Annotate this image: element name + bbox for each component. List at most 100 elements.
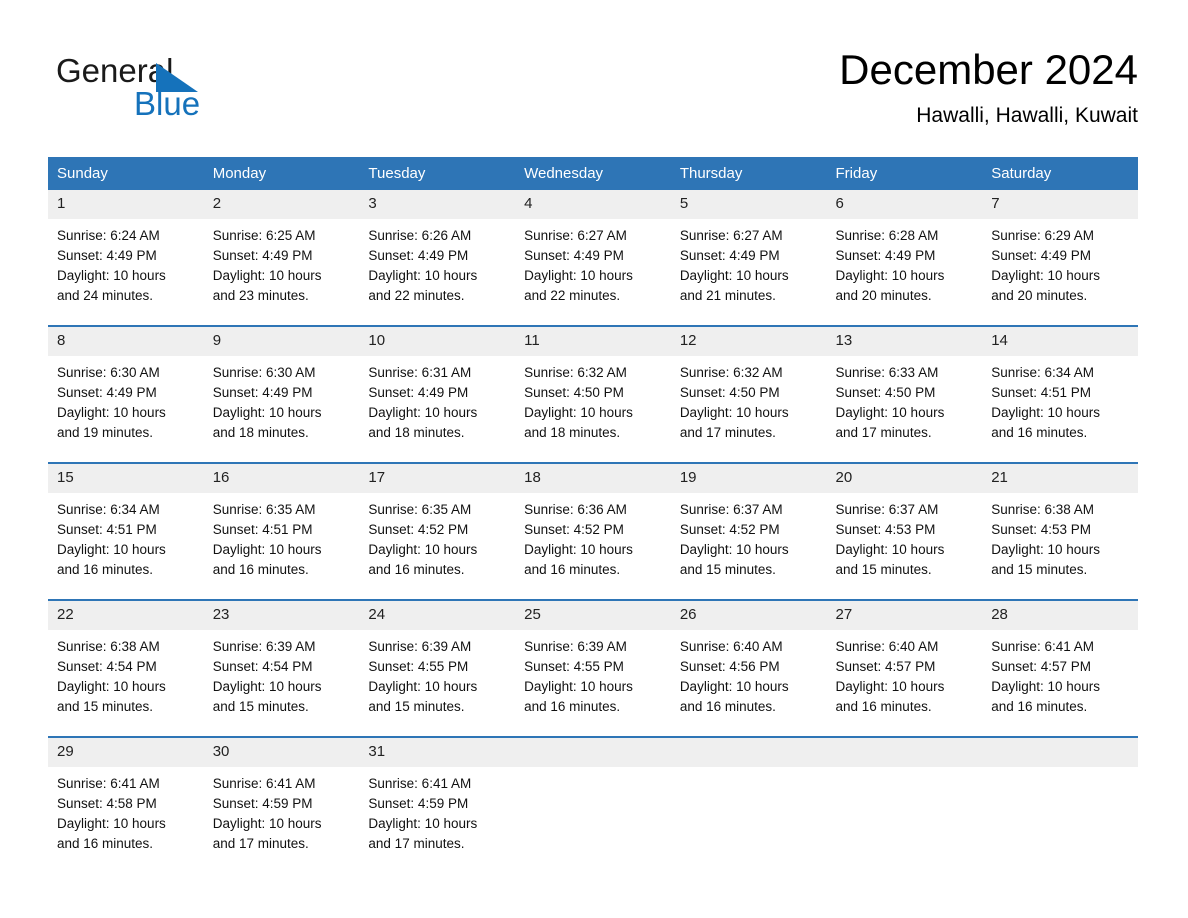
day-cell[interactable]: 24 Sunrise: 6:39 AM Sunset: 4:55 PM Dayl… — [359, 600, 516, 737]
daylight-text-l2: and 16 minutes. — [212, 562, 309, 577]
day-cell[interactable]: 18 Sunrise: 6:36 AM Sunset: 4:52 PM Dayl… — [515, 463, 671, 600]
day-cell[interactable]: 30 Sunrise: 6:41 AM Sunset: 4:59 PM Dayl… — [203, 737, 360, 873]
day-cell[interactable]: 22 Sunrise: 6:38 AM Sunset: 4:54 PM Dayl… — [48, 600, 204, 737]
day-number: 2 — [203, 190, 360, 219]
day-info: Sunrise: 6:31 AM Sunset: 4:49 PM Dayligh… — [359, 356, 515, 443]
day-info: Sunrise: 6:30 AM Sunset: 4:49 PM Dayligh… — [204, 356, 360, 443]
day-cell[interactable]: 5 Sunrise: 6:27 AM Sunset: 4:49 PM Dayli… — [670, 190, 827, 326]
daylight-text-l2: and 15 minutes. — [991, 562, 1088, 577]
title-block: December 2024 Hawalli, Hawalli, Kuwait — [839, 44, 1138, 128]
day-cell[interactable]: 9 Sunrise: 6:30 AM Sunset: 4:49 PM Dayli… — [203, 326, 360, 463]
day-cell[interactable]: 27 Sunrise: 6:40 AM Sunset: 4:57 PM Dayl… — [826, 600, 983, 737]
day-number: 4 — [515, 190, 671, 219]
day-cell[interactable]: 12 Sunrise: 6:32 AM Sunset: 4:50 PM Dayl… — [670, 326, 827, 463]
day-info: Sunrise: 6:41 AM Sunset: 4:58 PM Dayligh… — [48, 767, 204, 854]
daylight-text-l1: Daylight: 10 hours — [991, 679, 1101, 694]
daylight-text-l2: and 17 minutes. — [679, 425, 776, 440]
day-info: Sunrise: 6:36 AM Sunset: 4:52 PM Dayligh… — [515, 493, 671, 580]
sunrise-text: Sunrise: 6:37 AM — [835, 502, 939, 517]
daylight-text-l2: and 16 minutes. — [57, 562, 154, 577]
day-number: 1 — [48, 190, 204, 219]
sunset-text: Sunset: 4:50 PM — [835, 385, 936, 400]
weekday-header-saturday: Saturday — [982, 157, 1138, 190]
day-cell[interactable]: 23 Sunrise: 6:39 AM Sunset: 4:54 PM Dayl… — [203, 600, 360, 737]
day-number: 21 — [982, 464, 1138, 493]
day-cell[interactable]: 26 Sunrise: 6:40 AM Sunset: 4:56 PM Dayl… — [670, 600, 827, 737]
daylight-text-l1: Daylight: 10 hours — [524, 542, 633, 557]
general-blue-logo[interactable]: General Blue — [56, 52, 356, 132]
calendar-week-row: 8 Sunrise: 6:30 AM Sunset: 4:49 PM Dayli… — [48, 326, 1138, 463]
day-number: 24 — [359, 601, 516, 630]
sunset-text: Sunset: 4:53 PM — [835, 522, 936, 537]
day-cell[interactable]: 3 Sunrise: 6:26 AM Sunset: 4:49 PM Dayli… — [359, 190, 516, 326]
calendar-week-row: 1 Sunrise: 6:24 AM Sunset: 4:49 PM Dayli… — [48, 190, 1138, 326]
day-info: Sunrise: 6:27 AM Sunset: 4:49 PM Dayligh… — [671, 219, 827, 306]
day-number — [982, 738, 1138, 767]
daylight-text-l1: Daylight: 10 hours — [524, 268, 633, 283]
day-cell[interactable]: 1 Sunrise: 6:24 AM Sunset: 4:49 PM Dayli… — [48, 190, 204, 326]
day-cell-empty — [982, 737, 1138, 873]
day-cell[interactable]: 10 Sunrise: 6:31 AM Sunset: 4:49 PM Dayl… — [359, 326, 516, 463]
daylight-text-l2: and 18 minutes. — [212, 425, 309, 440]
day-cell[interactable]: 11 Sunrise: 6:32 AM Sunset: 4:50 PM Dayl… — [515, 326, 671, 463]
daylight-text-l2: and 24 minutes. — [57, 288, 154, 303]
day-cell[interactable]: 31 Sunrise: 6:41 AM Sunset: 4:59 PM Dayl… — [359, 737, 516, 873]
calendar-week-row: 29 Sunrise: 6:41 AM Sunset: 4:58 PM Dayl… — [48, 737, 1138, 873]
daylight-text-l2: and 22 minutes. — [524, 288, 621, 303]
sunset-text: Sunset: 4:49 PM — [835, 248, 936, 263]
sunset-text: Sunset: 4:49 PM — [679, 248, 780, 263]
day-info: Sunrise: 6:40 AM Sunset: 4:56 PM Dayligh… — [671, 630, 827, 717]
day-number: 26 — [670, 601, 827, 630]
day-cell[interactable]: 4 Sunrise: 6:27 AM Sunset: 4:49 PM Dayli… — [515, 190, 671, 326]
weekday-header-row: Sunday Monday Tuesday Wednesday Thursday… — [48, 157, 1138, 190]
sunrise-text: Sunrise: 6:38 AM — [991, 502, 1095, 517]
sunset-text: Sunset: 4:49 PM — [212, 248, 313, 263]
day-cell[interactable]: 7 Sunrise: 6:29 AM Sunset: 4:49 PM Dayli… — [982, 190, 1138, 326]
day-cell[interactable]: 19 Sunrise: 6:37 AM Sunset: 4:52 PM Dayl… — [670, 463, 827, 600]
sunset-text: Sunset: 4:52 PM — [368, 522, 469, 537]
sunrise-text: Sunrise: 6:39 AM — [212, 639, 316, 654]
day-cell[interactable]: 28 Sunrise: 6:41 AM Sunset: 4:57 PM Dayl… — [982, 600, 1138, 737]
day-cell[interactable]: 16 Sunrise: 6:35 AM Sunset: 4:51 PM Dayl… — [203, 463, 360, 600]
calendar-grid: Sunday Monday Tuesday Wednesday Thursday… — [48, 157, 1138, 873]
daylight-text-l1: Daylight: 10 hours — [57, 268, 166, 283]
sunset-text: Sunset: 4:54 PM — [57, 659, 157, 674]
day-cell[interactable]: 6 Sunrise: 6:28 AM Sunset: 4:49 PM Dayli… — [826, 190, 983, 326]
sunset-text: Sunset: 4:56 PM — [679, 659, 780, 674]
daylight-text-l1: Daylight: 10 hours — [524, 679, 633, 694]
sunset-text: Sunset: 4:49 PM — [991, 248, 1092, 263]
day-cell-empty — [670, 737, 827, 873]
daylight-text-l1: Daylight: 10 hours — [212, 679, 322, 694]
day-cell[interactable]: 2 Sunrise: 6:25 AM Sunset: 4:49 PM Dayli… — [203, 190, 360, 326]
daylight-text-l1: Daylight: 10 hours — [57, 679, 166, 694]
day-cell[interactable]: 13 Sunrise: 6:33 AM Sunset: 4:50 PM Dayl… — [826, 326, 983, 463]
day-cell[interactable]: 20 Sunrise: 6:37 AM Sunset: 4:53 PM Dayl… — [826, 463, 983, 600]
daylight-text-l1: Daylight: 10 hours — [57, 405, 166, 420]
daylight-text-l1: Daylight: 10 hours — [835, 268, 945, 283]
sunset-text: Sunset: 4:50 PM — [679, 385, 780, 400]
day-cell[interactable]: 8 Sunrise: 6:30 AM Sunset: 4:49 PM Dayli… — [48, 326, 204, 463]
day-cell[interactable]: 21 Sunrise: 6:38 AM Sunset: 4:53 PM Dayl… — [982, 463, 1138, 600]
day-cell[interactable]: 25 Sunrise: 6:39 AM Sunset: 4:55 PM Dayl… — [515, 600, 671, 737]
daylight-text-l1: Daylight: 10 hours — [212, 268, 322, 283]
sunrise-text: Sunrise: 6:39 AM — [368, 639, 472, 654]
day-cell[interactable]: 29 Sunrise: 6:41 AM Sunset: 4:58 PM Dayl… — [48, 737, 204, 873]
day-number: 31 — [359, 738, 516, 767]
daylight-text-l2: and 16 minutes. — [679, 699, 776, 714]
day-cell[interactable]: 15 Sunrise: 6:34 AM Sunset: 4:51 PM Dayl… — [48, 463, 204, 600]
day-info: Sunrise: 6:39 AM Sunset: 4:54 PM Dayligh… — [204, 630, 360, 717]
daylight-text-l2: and 17 minutes. — [835, 425, 932, 440]
daylight-text-l1: Daylight: 10 hours — [679, 679, 789, 694]
weekday-header-thursday: Thursday — [670, 157, 827, 190]
daylight-text-l1: Daylight: 10 hours — [368, 405, 478, 420]
day-cell[interactable]: 14 Sunrise: 6:34 AM Sunset: 4:51 PM Dayl… — [982, 326, 1138, 463]
daylight-text-l1: Daylight: 10 hours — [991, 542, 1101, 557]
day-number: 15 — [48, 464, 204, 493]
sunset-text: Sunset: 4:51 PM — [991, 385, 1092, 400]
sunrise-text: Sunrise: 6:31 AM — [368, 365, 472, 380]
day-number: 27 — [826, 601, 983, 630]
day-cell[interactable]: 17 Sunrise: 6:35 AM Sunset: 4:52 PM Dayl… — [359, 463, 516, 600]
day-number: 12 — [670, 327, 827, 356]
daylight-text-l1: Daylight: 10 hours — [212, 816, 322, 831]
sunset-text: Sunset: 4:53 PM — [991, 522, 1092, 537]
